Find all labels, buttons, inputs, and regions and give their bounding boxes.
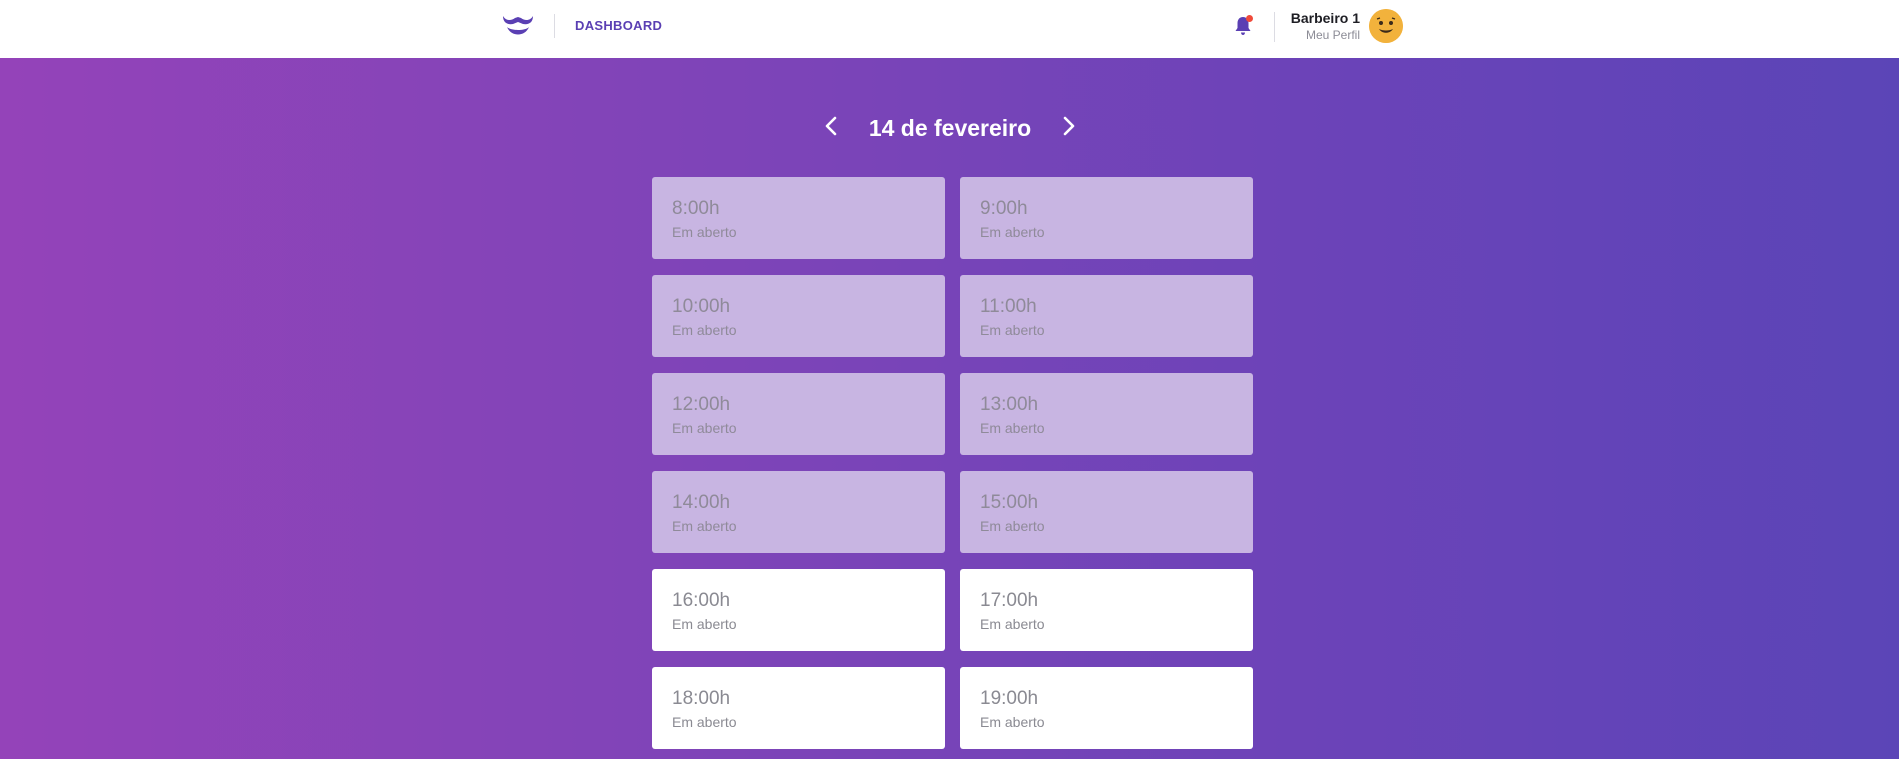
slot-status: Em aberto [672, 224, 737, 240]
avatar[interactable] [1369, 9, 1403, 43]
slot-status: Em aberto [980, 420, 1045, 436]
avatar-face-icon [1369, 9, 1403, 43]
mustache-logo-icon[interactable] [500, 12, 536, 40]
time-slot[interactable]: 18:00h Em aberto [652, 667, 945, 749]
slot-status: Em aberto [980, 518, 1045, 534]
header-divider [554, 14, 555, 38]
slot-status: Em aberto [980, 616, 1045, 632]
slot-status: Em aberto [672, 420, 737, 436]
slot-status: Em aberto [672, 714, 737, 730]
notification-badge [1246, 15, 1253, 22]
slot-time: 13:00h [980, 394, 1039, 415]
time-slot[interactable]: 15:00h Em aberto [960, 471, 1253, 553]
time-slot[interactable]: 8:00h Em aberto [652, 177, 945, 259]
date-navigator: 14 de fevereiro [820, 108, 1080, 148]
slot-status: Em aberto [980, 714, 1045, 730]
slot-time: 9:00h [980, 198, 1028, 219]
selected-date-title: 14 de fevereiro [868, 115, 1032, 141]
time-slot[interactable]: 9:00h Em aberto [960, 177, 1253, 259]
time-slot[interactable]: 17:00h Em aberto [960, 569, 1253, 651]
slot-time: 16:00h [672, 590, 731, 611]
profile-link[interactable]: Meu Perfil [1284, 28, 1360, 42]
time-slot[interactable]: 13:00h Em aberto [960, 373, 1253, 455]
slot-time: 8:00h [672, 198, 720, 219]
time-slot[interactable]: 10:00h Em aberto [652, 275, 945, 357]
slot-status: Em aberto [672, 322, 737, 338]
user-info: Barbeiro 1 Meu Perfil [1284, 10, 1360, 42]
time-slot[interactable]: 12:00h Em aberto [652, 373, 945, 455]
slot-time: 15:00h [980, 492, 1039, 513]
slot-time: 10:00h [672, 296, 731, 317]
time-slot[interactable]: 19:00h Em aberto [960, 667, 1253, 749]
time-slot[interactable]: 14:00h Em aberto [652, 471, 945, 553]
user-name: Barbeiro 1 [1290, 10, 1360, 26]
nav-dashboard-link[interactable]: DASHBOARD [575, 18, 662, 33]
slot-status: Em aberto [980, 322, 1045, 338]
time-slot[interactable]: 11:00h Em aberto [960, 275, 1253, 357]
time-slot[interactable]: 16:00h Em aberto [652, 569, 945, 651]
slot-status: Em aberto [980, 224, 1045, 240]
slot-time: 17:00h [980, 590, 1039, 611]
top-header: DASHBOARD Barbeiro 1 Meu Perfil [0, 0, 1899, 58]
chevron-right-icon[interactable] [1056, 114, 1080, 138]
slot-time: 11:00h [980, 296, 1037, 317]
slot-status: Em aberto [672, 616, 737, 632]
slot-time: 12:00h [672, 394, 731, 415]
slot-time: 14:00h [672, 492, 731, 513]
slot-time: 19:00h [980, 688, 1039, 709]
header-divider [1274, 12, 1275, 42]
slot-status: Em aberto [672, 518, 737, 534]
slot-time: 18:00h [672, 688, 731, 709]
